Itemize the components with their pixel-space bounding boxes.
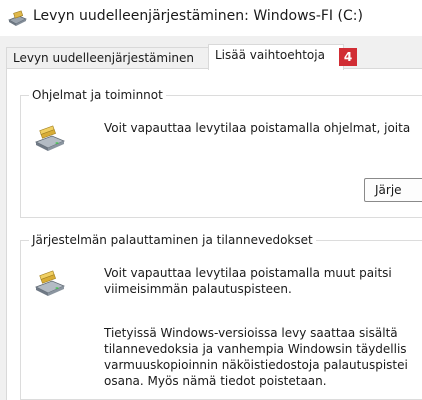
restore-description-line: Voit vapauttaa levytilaa poistamalla muu…	[104, 266, 392, 280]
restore-group-legend: Järjestelmän palauttaminen ja tilanneved…	[32, 233, 313, 247]
tab-disk-cleanup[interactable]: Levyn uudelleenjärjestäminen	[6, 47, 209, 69]
programs-group-legend: Ohjelmat ja toiminnot	[32, 88, 163, 102]
window-title: Levyn uudelleenjärjestäminen: Windows-FI…	[33, 8, 363, 24]
restore-note-line: Tietyissä Windows-versioissa levy saatta…	[104, 326, 398, 340]
disk-cleanup-icon	[8, 10, 27, 26]
annotation-badge: 4	[339, 48, 357, 66]
programs-group: Ohjelmat ja toiminnot	[20, 88, 422, 218]
restore-note-line: varmuuskopioinnin näköistiedostoja palau…	[104, 358, 408, 372]
clean-up-programs-button[interactable]: Järje	[364, 178, 422, 202]
restore-description-line: viimeisimmän palautuspisteen.	[104, 282, 292, 296]
restore-note-line: tilannevedoksia ja vanhempia Windowsin t…	[104, 342, 407, 356]
drive-cleanup-icon	[35, 125, 66, 151]
drive-cleanup-icon	[35, 270, 66, 296]
title-bar: Levyn uudelleenjärjestäminen: Windows-FI…	[0, 0, 422, 36]
tab-strip: Levyn uudelleenjärjestäminen Lisää vaiht…	[0, 36, 422, 70]
programs-description: Voit vapauttaa levytilaa poistamalla ohj…	[104, 121, 411, 135]
restore-note-line: osana. Myös nämä tiedot poistetaan.	[104, 374, 327, 388]
tab-more-options[interactable]: Lisää vaihtoehtoja	[208, 44, 344, 70]
